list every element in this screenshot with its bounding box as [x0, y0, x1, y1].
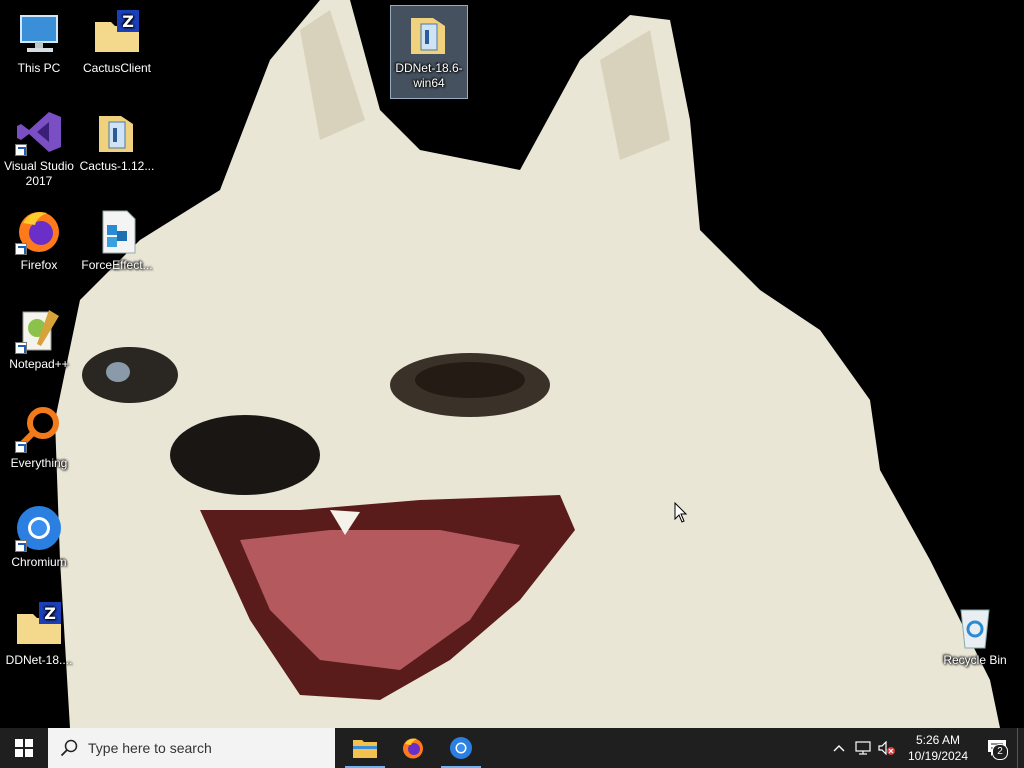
recycle-bin-icon: [951, 602, 999, 650]
svg-text:Z: Z: [122, 12, 134, 31]
desktop-icon-label: CactusClient: [82, 61, 152, 75]
search-icon: [60, 739, 78, 757]
desktop-icon-label: ForceEffect...: [81, 258, 153, 272]
desktop-icon-notepadpp[interactable]: Notepad++: [1, 302, 77, 394]
zip-folder-icon: Z: [93, 10, 141, 58]
notification-count-badge: 2: [992, 744, 1008, 760]
desktop-icon-label: DDNet-18.6-win64: [395, 61, 463, 90]
desktop-icon-forceeffect[interactable]: ForceEffect...: [79, 203, 155, 295]
taskbar: Type here to search 5:26 AM 10/19/2024 2: [0, 728, 1024, 768]
installer-icon: [93, 207, 141, 255]
shortcut-arrow-icon: [15, 243, 27, 255]
shortcut-arrow-icon: [15, 342, 27, 354]
desktop-icon-recycle-bin[interactable]: Recycle Bin: [937, 598, 1013, 690]
visual-studio-icon: [15, 108, 63, 156]
svg-text:Z: Z: [44, 604, 56, 623]
desktop-icon-label: DDNet-18....: [5, 653, 73, 667]
firefox-icon: [403, 738, 423, 759]
desktop-icon-chromium[interactable]: Chromium: [1, 500, 77, 592]
volume-muted-icon: [878, 741, 895, 755]
notepadpp-icon: [15, 306, 63, 354]
chromium-icon: [450, 737, 472, 759]
taskbar-search-box[interactable]: Type here to search: [48, 728, 335, 768]
folder-icon: [405, 10, 453, 58]
show-hidden-icons-button[interactable]: [827, 728, 851, 768]
shortcut-arrow-icon: [15, 144, 27, 156]
desktop-icon-label: Cactus-1.12...: [79, 159, 155, 173]
folder-icon: [93, 108, 141, 156]
desktop-icon-everything[interactable]: Everything: [1, 401, 77, 493]
desktop-icon-label: Notepad++: [9, 357, 69, 371]
network-button[interactable]: [851, 728, 875, 768]
taskbar-chromium[interactable]: [437, 728, 485, 768]
action-center-button[interactable]: 2: [977, 728, 1017, 768]
shortcut-arrow-icon: [15, 540, 27, 552]
file-explorer-icon: [353, 740, 377, 758]
desktop-icon-ddnet-folder[interactable]: DDNet-18.6-win64: [390, 5, 468, 99]
clock-date: 10/19/2024: [907, 749, 969, 763]
chromium-icon: [15, 504, 63, 552]
shortcut-arrow-icon: [15, 441, 27, 453]
mouse-cursor-icon: [674, 502, 688, 523]
desktop-icon-visual-studio[interactable]: Visual Studio 2017: [1, 104, 77, 196]
desktop-icon-label: Recycle Bin: [943, 653, 1007, 667]
network-icon: [855, 741, 871, 755]
show-desktop-button[interactable]: [1017, 728, 1024, 768]
volume-button[interactable]: [875, 728, 899, 768]
firefox-icon: [15, 207, 63, 255]
taskbar-file-explorer[interactable]: [341, 728, 389, 768]
clock-time: 5:26 AM: [915, 733, 961, 747]
system-tray: 5:26 AM 10/19/2024 2: [827, 728, 1024, 768]
desktop-icon-label: Firefox: [20, 258, 58, 272]
desktop-icon-cactusclient[interactable]: Z CactusClient: [79, 6, 155, 98]
desktop-icon-label: This PC: [17, 61, 61, 75]
everything-icon: [15, 405, 63, 453]
desktop-icon-label: Everything: [10, 456, 68, 470]
chevron-up-icon: [833, 745, 845, 752]
desktop-icon-cactus-folder[interactable]: Cactus-1.12...: [79, 104, 155, 196]
zip-folder-icon: Z: [15, 602, 63, 650]
search-placeholder: Type here to search: [88, 740, 212, 756]
this-pc-icon: [15, 10, 63, 58]
desktop-icon-ddnet-zip[interactable]: Z DDNet-18....: [1, 598, 77, 690]
desktop-icon-label: Chromium: [11, 555, 67, 569]
taskbar-clock[interactable]: 5:26 AM 10/19/2024: [903, 732, 973, 764]
desktop-icon-label: Visual Studio 2017: [4, 159, 74, 188]
desktop-icon-firefox[interactable]: Firefox: [1, 203, 77, 295]
windows-logo-icon: [15, 739, 33, 757]
start-button[interactable]: [0, 728, 48, 768]
taskbar-firefox[interactable]: [389, 728, 437, 768]
desktop-icon-this-pc[interactable]: This PC: [1, 6, 77, 98]
